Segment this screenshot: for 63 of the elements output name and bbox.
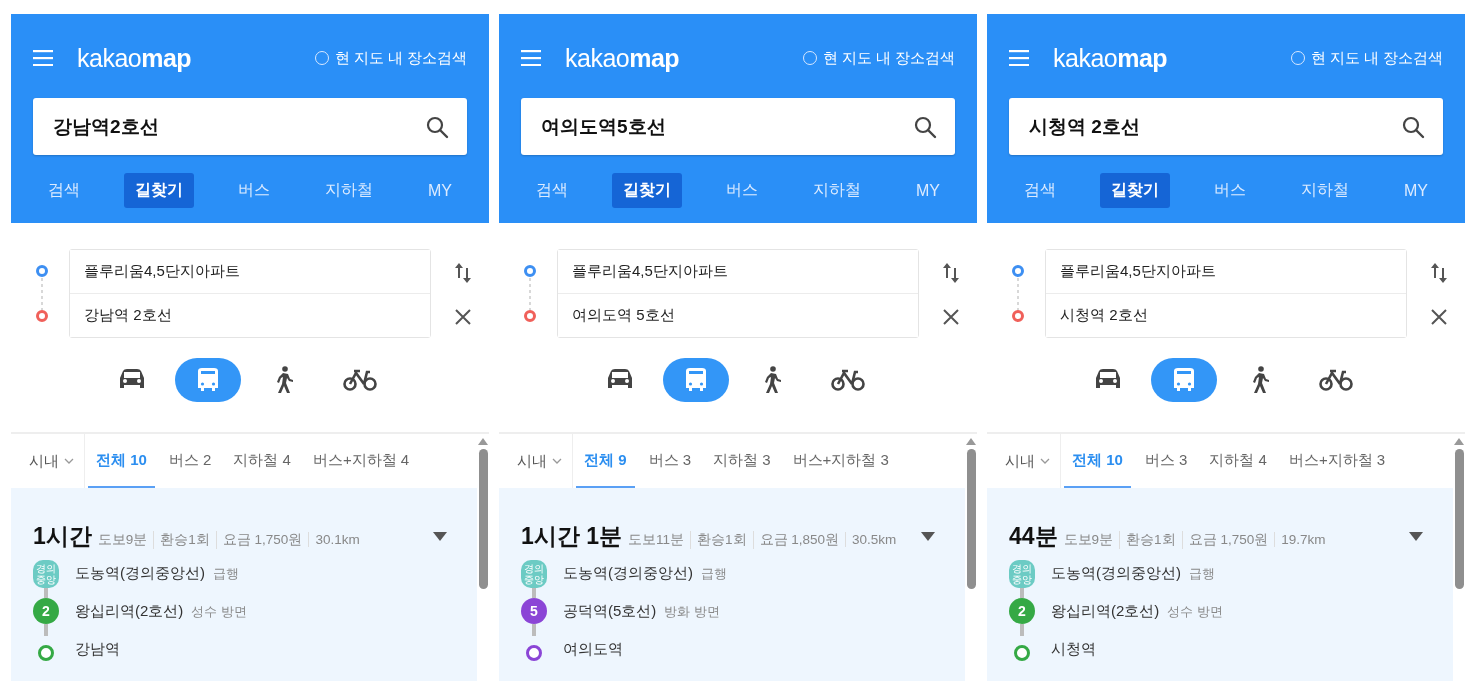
subway-line-badge: 경의중앙 xyxy=(521,560,547,588)
route-detail: 요금 1,750원 xyxy=(1181,531,1275,549)
direction-note: 성수 방면 xyxy=(1167,603,1223,621)
app-logo: kakaomap xyxy=(565,43,680,73)
nav-tab[interactable]: 길찾기 xyxy=(1100,173,1170,208)
nav-tab[interactable]: 길찾기 xyxy=(124,173,194,208)
filter-tab[interactable]: 버스 2 xyxy=(160,434,220,488)
filter-tab[interactable]: 버스+지하철 4 xyxy=(304,434,418,488)
station-name: 시청역 xyxy=(1051,640,1096,659)
filter-tab[interactable]: 버스 3 xyxy=(1136,434,1196,488)
station-name: 강남역 xyxy=(75,640,120,659)
nav-tab[interactable]: 길찾기 xyxy=(612,173,682,208)
filter-tab[interactable]: 버스+지하철 3 xyxy=(784,434,897,488)
local-search-toggle[interactable]: 현 지도 내 장소검색 xyxy=(314,48,467,68)
filter-tab[interactable]: 지하철 4 xyxy=(225,434,299,488)
route-duration: 1시간 xyxy=(33,522,92,551)
direction-note: 급행 xyxy=(701,565,727,583)
route-result-card[interactable]: 1시간 도보9분 환승1회 요금 1,750원 30.1km 경의중앙 도농역(경의중앙선) 급행 2 왕십리역(2호선) 성수 방면 강남역 xyxy=(11,488,477,681)
destination-field[interactable]: 시청역 2호선 xyxy=(1046,293,1406,337)
filter-tab[interactable]: 지하철 4 xyxy=(1201,434,1275,488)
route-detail: 30.5km xyxy=(845,532,903,547)
route-detail: 환승1회 xyxy=(1119,531,1182,549)
route-detail: 환승1회 xyxy=(153,531,216,549)
direction-note: 급행 xyxy=(1189,565,1215,583)
route-detail: 30.1km xyxy=(308,532,366,547)
filter-tab[interactable]: 버스+지하철 3 xyxy=(1280,434,1394,488)
route-result-card[interactable]: 1시간 1분 도보11분 환승1회 요금 1,850원 30.5km 경의중앙 도농역(경의중앙선) 급행 5 공덕역(5호선) 방화 방면 여의도역 xyxy=(499,488,965,681)
local-search-toggle[interactable]: 현 지도 내 장소검색 xyxy=(802,48,955,68)
subway-line-badge: 2 xyxy=(1009,598,1035,624)
filter-tab[interactable]: 버스 3 xyxy=(640,434,700,488)
app-logo: kakaomap xyxy=(1053,43,1168,73)
route-detail: 환승1회 xyxy=(690,531,753,549)
subway-line-badge: 경의중앙 xyxy=(1009,560,1035,588)
direction-note: 급행 xyxy=(213,565,239,583)
route-detail: 도보9분 xyxy=(97,531,149,549)
route-detail: 도보9분 xyxy=(1063,531,1115,549)
route-duration: 1시간 1분 xyxy=(521,522,622,551)
app-logo: kakaomap xyxy=(77,43,192,73)
direction-note: 방화 방면 xyxy=(664,603,720,621)
route-detail: 요금 1,750원 xyxy=(215,531,309,549)
route-detail: 요금 1,850원 xyxy=(752,531,846,549)
subway-line-badge: 5 xyxy=(521,598,547,624)
station-name: 왕십리역(2호선) xyxy=(75,602,184,621)
station-name: 도농역(경의중앙선) xyxy=(1051,564,1181,583)
filter-tab[interactable]: 지하철 3 xyxy=(705,434,779,488)
route-detail: 도보11분 xyxy=(628,531,685,549)
local-search-toggle[interactable]: 현 지도 내 장소검색 xyxy=(1290,48,1443,68)
route-detail: 19.7km xyxy=(1274,532,1332,547)
route-duration: 44분 xyxy=(1009,522,1058,551)
direction-note: 성수 방면 xyxy=(191,603,247,621)
destination-field[interactable]: 여의도역 5호선 xyxy=(558,293,918,337)
station-name: 여의도역 xyxy=(563,640,623,659)
route-result-card[interactable]: 44분 도보9분 환승1회 요금 1,750원 19.7km 경의중앙 도농역(경의중앙선) 급행 2 왕십리역(2호선) 성수 방면 시청역 xyxy=(987,488,1453,681)
search-field[interactable]: 시청역 2호선 xyxy=(1009,98,1443,155)
subway-line-badge: 경의중앙 xyxy=(33,560,59,588)
search-field[interactable]: 강남역2호선 xyxy=(33,98,467,155)
station-name: 도농역(경의중앙선) xyxy=(75,564,205,583)
station-name: 공덕역(5호선) xyxy=(563,602,657,621)
station-name: 도농역(경의중앙선) xyxy=(563,564,693,583)
search-field[interactable]: 여의도역5호선 xyxy=(521,98,955,155)
station-name: 왕십리역(2호선) xyxy=(1051,602,1160,621)
subway-line-badge: 2 xyxy=(33,598,59,624)
destination-field[interactable]: 강남역 2호선 xyxy=(70,293,430,337)
